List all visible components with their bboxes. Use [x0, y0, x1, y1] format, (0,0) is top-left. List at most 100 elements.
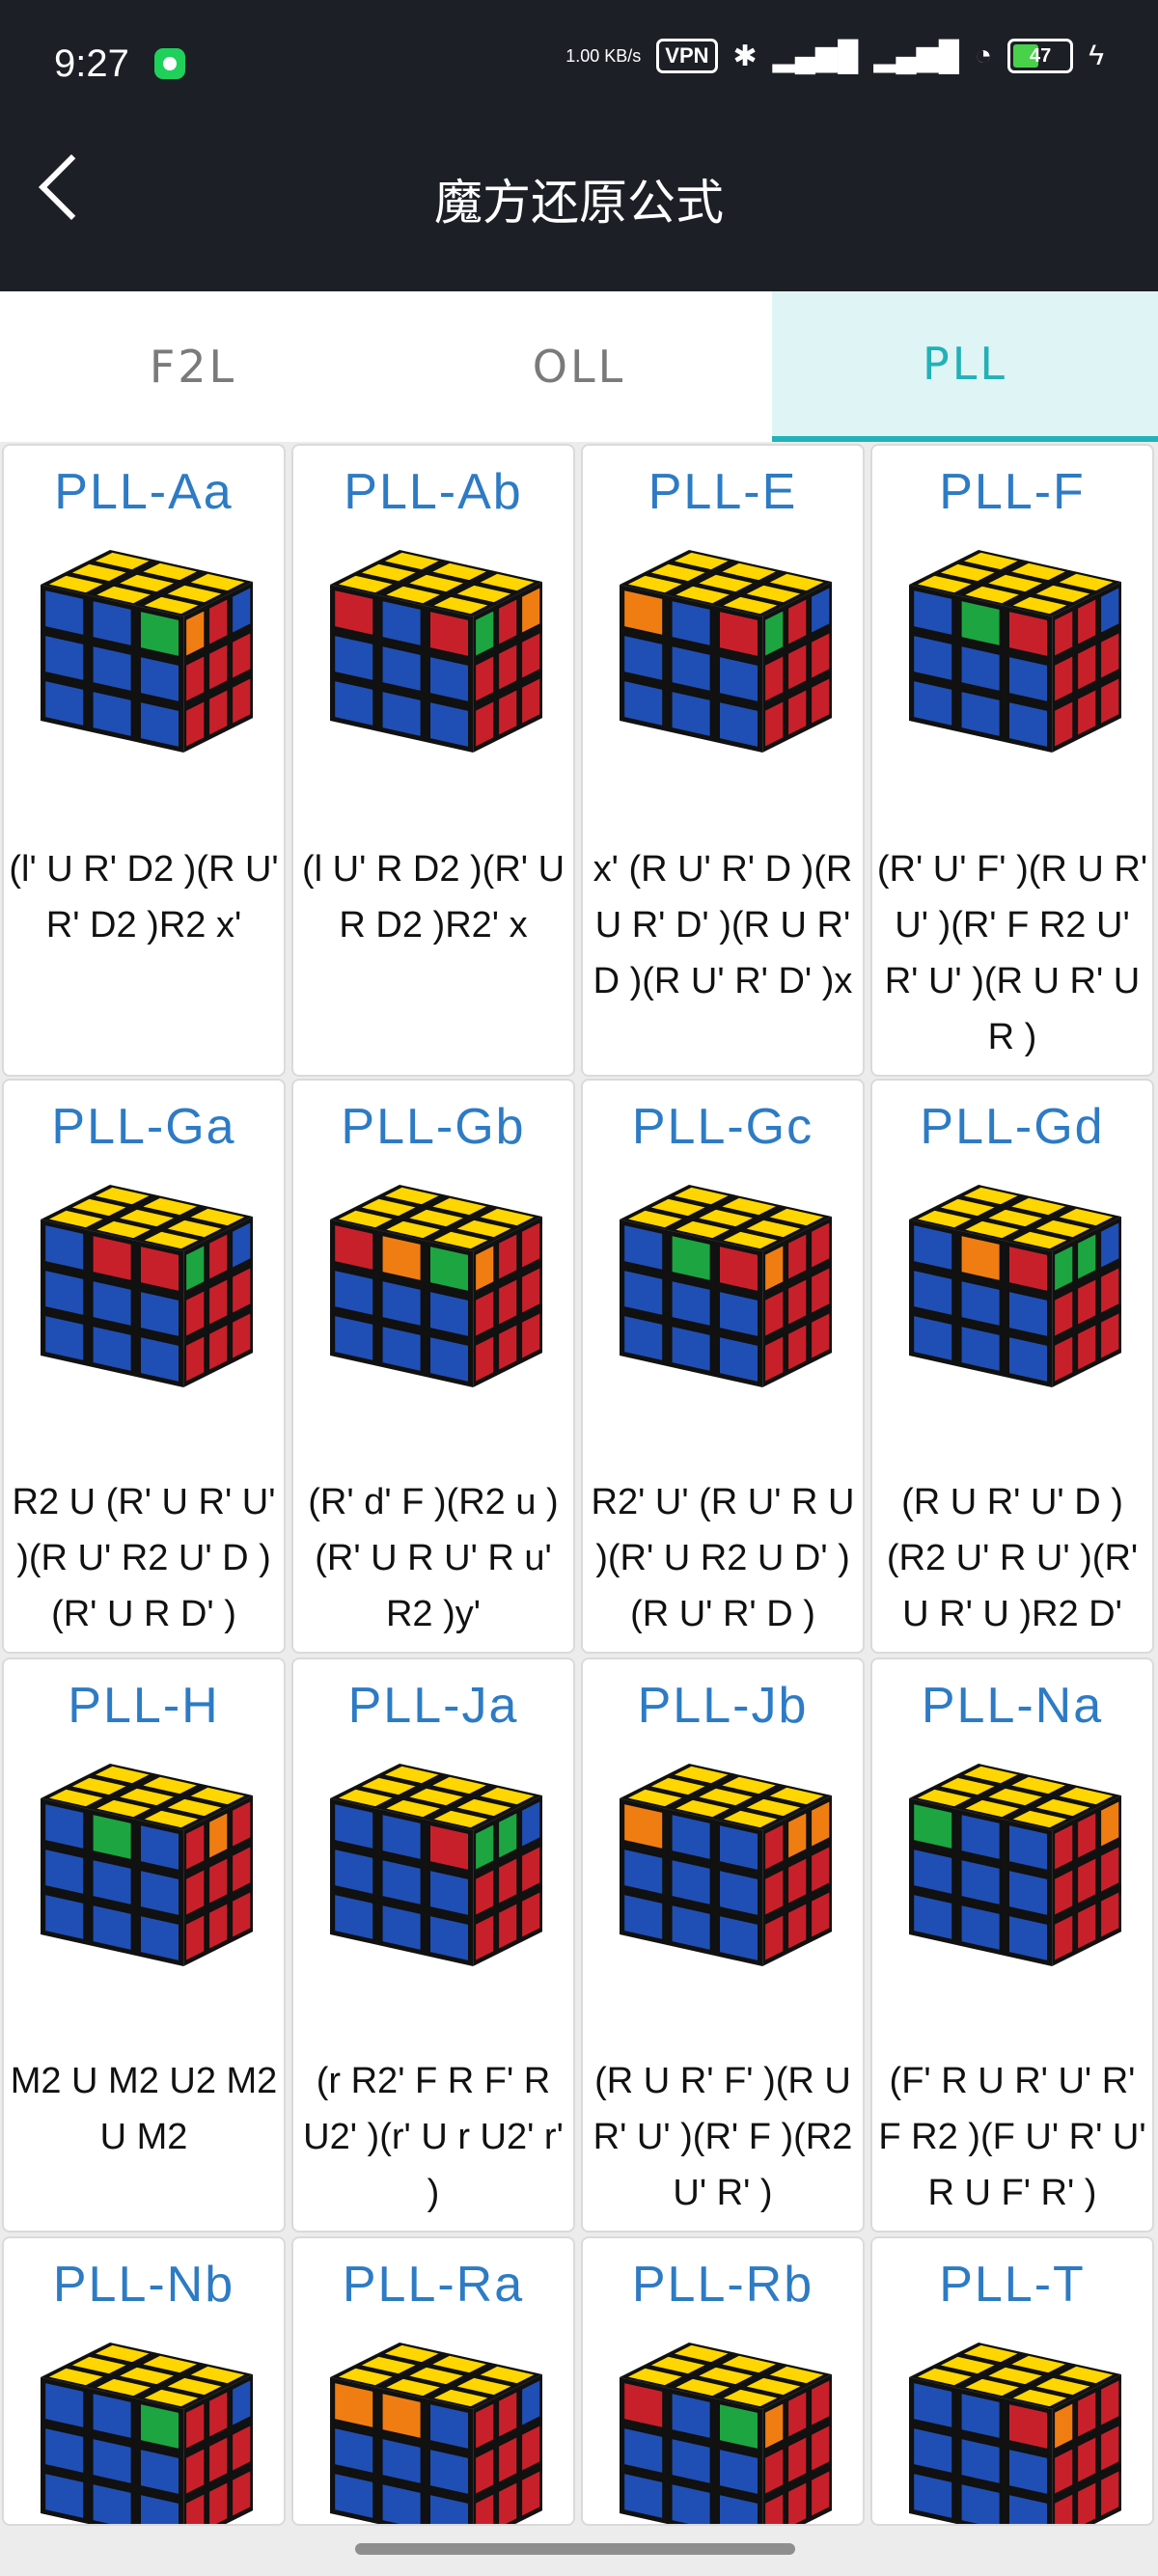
- card-title: PLL-Aa: [54, 464, 234, 520]
- cube-sticker: [92, 599, 133, 647]
- card-title: PLL-Gd: [920, 1099, 1105, 1155]
- formula-card[interactable]: PLL-Ja (r R2' F R F' R U2' )(r' U r U2' r…: [291, 1658, 575, 2233]
- formula-card[interactable]: PLL-Rb: [581, 2236, 865, 2526]
- cube-sticker: [139, 1290, 180, 1338]
- cube-sticker: [333, 634, 374, 682]
- formula-card[interactable]: PLL-Jb (R U R' F' )(R U R' U' )(R' F )(R2…: [581, 1658, 865, 2233]
- formula-card[interactable]: PLL-Gb (R' d' F )(R2 u )(R' U R U' R u' R…: [291, 1079, 575, 1654]
- cube-sticker: [333, 2472, 374, 2520]
- card-title: PLL-Ra: [342, 2257, 525, 2313]
- cube-sticker: [43, 1893, 85, 1941]
- formula-card[interactable]: PLL-Ga R2 U (R' U R' U' )(R U' R2 U' D )(…: [2, 1079, 286, 1654]
- formula-card[interactable]: PLL-Na (F' R U R' U' R' F R2 )(F U' R' U'…: [870, 1658, 1154, 2233]
- cube-sticker: [912, 679, 953, 727]
- cube-sticker: [671, 1858, 712, 1906]
- cube-sticker: [1007, 700, 1049, 749]
- cube-sticker: [718, 1335, 759, 1384]
- formula-card[interactable]: PLL-F (R' U' F' )(R U R' U' )(R' F R2 U' …: [870, 444, 1154, 1077]
- cube-sticker: [718, 1914, 759, 1962]
- card-formula: x' (R U' R' D )(R U R' D' )(R U R' D )(R…: [593, 849, 853, 1001]
- formula-card[interactable]: PLL-Ra: [291, 2236, 575, 2526]
- formula-card[interactable]: PLL-T: [870, 2236, 1154, 2526]
- card-formula: (F' R U R' U' R' F R2 )(F U' R' U' R U F…: [878, 2061, 1146, 2213]
- cube-image: [909, 1764, 1121, 1966]
- cube-sticker: [1007, 1290, 1049, 1338]
- tab-bar: F2L OLL PLL: [0, 291, 1158, 442]
- card-title: PLL-Rb: [631, 2257, 814, 2313]
- cube-sticker: [381, 1904, 423, 1952]
- cube-sticker: [92, 644, 133, 693]
- cube-sticker: [43, 1269, 85, 1317]
- cube-sticker: [1007, 610, 1049, 658]
- cube-sticker: [139, 1914, 180, 1962]
- cube-image: [909, 2343, 1121, 2524]
- cube-sticker: [912, 2426, 953, 2475]
- cube-sticker: [718, 2402, 759, 2451]
- card-title: PLL-Ab: [344, 464, 523, 520]
- cube-sticker: [912, 1269, 953, 1317]
- formula-card[interactable]: PLL-Gc R2' U' (R U' R U )(R' U R2 U D' )(…: [581, 1079, 865, 1654]
- cube-sticker: [671, 2437, 712, 2485]
- cube-sticker: [912, 2381, 953, 2429]
- cube-sticker: [428, 610, 470, 658]
- cube-sticker: [1007, 2402, 1049, 2451]
- cube-sticker: [92, 1813, 133, 1861]
- cube-sticker: [139, 1245, 180, 1293]
- cube-image: [41, 550, 253, 753]
- formula-card[interactable]: PLL-H M2 U M2 U2 M2 U M2: [2, 1658, 286, 2233]
- cube-sticker: [43, 2472, 85, 2520]
- cube-sticker: [92, 1279, 133, 1328]
- status-time: 9:27: [54, 42, 129, 85]
- home-indicator[interactable]: [355, 2543, 795, 2555]
- cube-image: [330, 1185, 542, 1387]
- formula-card[interactable]: PLL-Aa (l' U R' D2 )(R U' R' D2 )R2 x': [2, 444, 286, 1077]
- cube-image: [330, 1764, 542, 1966]
- formula-card[interactable]: PLL-Gd (R U R' U' D )(R2 U' R U' )(R' U R…: [870, 1079, 1154, 1654]
- card-formula: R2' U' (R U' R U )(R' U R2 U D' )(R U' R…: [591, 1482, 855, 1634]
- cube-sticker: [960, 599, 1002, 647]
- cube-sticker: [381, 1279, 423, 1328]
- cube-sticker: [622, 1893, 664, 1941]
- tab-f2l[interactable]: F2L: [0, 291, 386, 442]
- card-title: PLL-Gc: [631, 1099, 814, 1155]
- cube-sticker: [92, 1904, 133, 1952]
- cube-sticker: [718, 2448, 759, 2496]
- tab-oll[interactable]: OLL: [386, 291, 772, 442]
- cube-sticker: [333, 1802, 374, 1850]
- cube-sticker: [671, 1234, 712, 1282]
- card-title: PLL-E: [648, 464, 798, 520]
- cube-image: [909, 1185, 1121, 1387]
- cube-sticker: [333, 1848, 374, 1896]
- cube-sticker: [381, 2392, 423, 2440]
- cube-sticker: [671, 1904, 712, 1952]
- cube-sticker: [671, 644, 712, 693]
- cube-sticker: [333, 1314, 374, 1362]
- formula-card[interactable]: PLL-Nb: [2, 2236, 286, 2526]
- card-title: PLL-Ga: [51, 1099, 236, 1155]
- cube-sticker: [381, 599, 423, 647]
- card-formula: M2 U M2 U2 M2 U M2: [10, 2061, 278, 2157]
- cube-sticker: [1007, 2448, 1049, 2496]
- cube-sticker: [333, 2381, 374, 2429]
- cube-sticker: [718, 1245, 759, 1293]
- cube-sticker: [43, 679, 85, 727]
- formula-card[interactable]: PLL-E x' (R U' R' D )(R U R' D' )(R U R' …: [581, 444, 865, 1077]
- cube-sticker: [960, 2392, 1002, 2440]
- cube-sticker: [428, 700, 470, 749]
- cube-sticker: [671, 1813, 712, 1861]
- formula-card[interactable]: PLL-Ab (l U' R D2 )(R' U R D2 )R2' x: [291, 444, 575, 1077]
- tab-pll[interactable]: PLL: [772, 291, 1158, 442]
- card-title: PLL-H: [68, 1678, 220, 1734]
- charging-icon: ϟ: [1089, 40, 1104, 71]
- card-title: PLL-T: [939, 2257, 1086, 2313]
- status-icons: 1.00 KB/s VPN ✱ ▂▄▆█ ▂▄▆█ ◔ 47 ϟ: [565, 39, 1104, 73]
- cube-sticker: [92, 690, 133, 738]
- cube-sticker: [671, 599, 712, 647]
- cube-sticker: [43, 634, 85, 682]
- cube-sticker: [381, 690, 423, 738]
- cube-sticker: [428, 2448, 470, 2496]
- cube-image: [620, 1764, 832, 1966]
- cube-sticker: [960, 2437, 1002, 2485]
- cube-image: [41, 1185, 253, 1387]
- card-title: PLL-F: [939, 464, 1086, 520]
